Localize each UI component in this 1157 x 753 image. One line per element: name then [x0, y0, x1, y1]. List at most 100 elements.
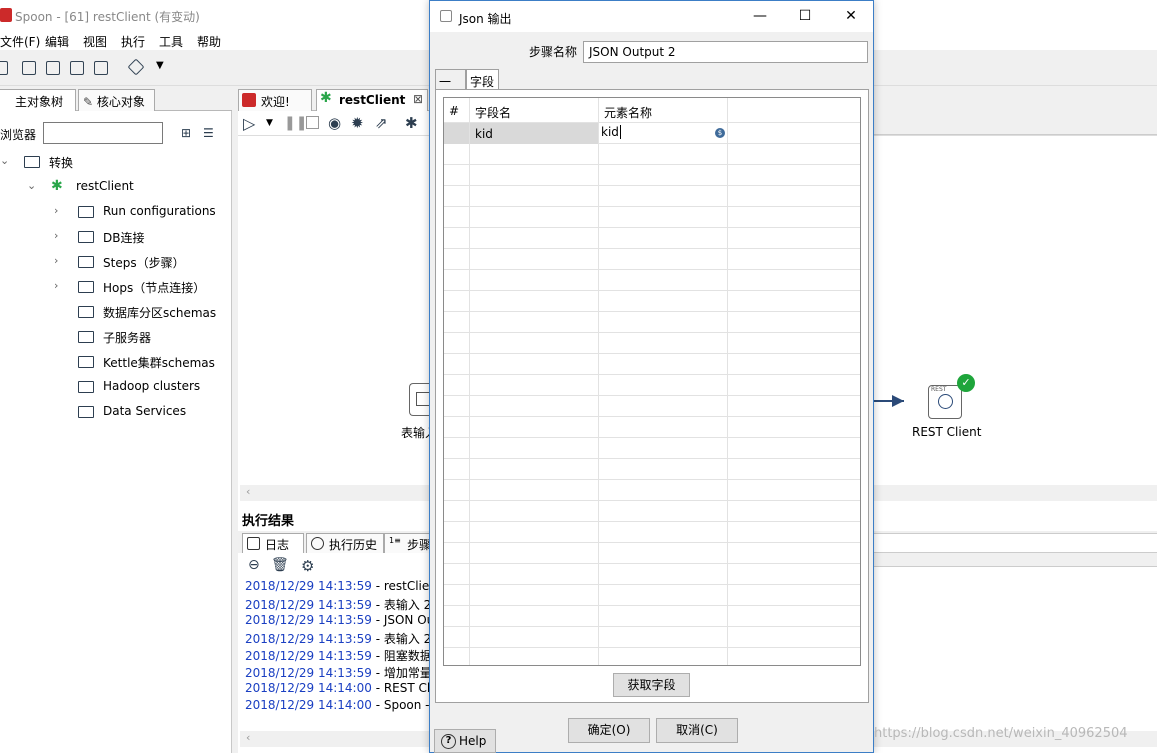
get-fields-button[interactable]: 获取字段: [613, 673, 690, 697]
open-file-icon[interactable]: [22, 61, 36, 75]
grid-header-field-name[interactable]: 字段名: [470, 98, 599, 123]
verify-icon[interactable]: ✱: [405, 114, 418, 132]
tree-item-db-connections[interactable]: › DB连接: [0, 228, 230, 248]
empty-cell: [728, 396, 860, 417]
empty-cell: [599, 501, 728, 522]
menu-file[interactable]: 文件(F): [0, 33, 40, 50]
menu-view[interactable]: 视图: [83, 33, 107, 50]
stop-icon[interactable]: [306, 116, 319, 129]
tree-item-cluster-schemas[interactable]: Kettle集群schemas: [0, 353, 230, 373]
element-name-cell[interactable]: kid $: [599, 123, 728, 144]
empty-cell: [470, 438, 599, 459]
tree-item-hadoop-clusters[interactable]: Hadoop clusters: [0, 378, 230, 398]
minimize-icon[interactable]: —: [750, 7, 770, 25]
chevron-right-icon[interactable]: ›: [54, 229, 64, 242]
cancel-button[interactable]: 取消(C): [656, 718, 738, 743]
menu-tools[interactable]: 工具: [159, 33, 183, 50]
chevron-right-icon[interactable]: ›: [54, 254, 64, 267]
chevron-right-icon[interactable]: ›: [54, 204, 64, 217]
chevron-down-icon[interactable]: ⌄: [27, 179, 37, 192]
save-as-icon[interactable]: [94, 61, 108, 75]
step-table-input[interactable]: [409, 383, 431, 416]
spoon-logo-icon: [242, 93, 256, 107]
tree-item-partition-schemas[interactable]: 数据库分区schemas: [0, 303, 230, 323]
folder-icon: [78, 306, 94, 318]
tree-item-run-configurations[interactable]: › Run configurations: [0, 203, 230, 223]
settings-icon[interactable]: ⚙: [301, 557, 314, 575]
tree-item-steps[interactable]: › Steps（步骤）: [0, 253, 230, 273]
tree-item-label: restClient: [76, 179, 134, 193]
step-rest-client[interactable]: REST: [928, 385, 962, 419]
transformation-icon: ✱: [51, 178, 63, 194]
tab-general[interactable]: 一般: [435, 69, 466, 106]
step-name-input[interactable]: JSON Output 2: [583, 41, 868, 63]
tree-expand-icon[interactable]: ⊞: [181, 126, 191, 140]
empty-grid-row: [444, 522, 860, 543]
maximize-icon[interactable]: ☐: [795, 7, 815, 25]
tab-restclient[interactable]: ✱ restClient ⊠: [316, 89, 428, 111]
empty-cell: [444, 564, 470, 585]
explore-repository-icon[interactable]: [46, 61, 60, 75]
help-button[interactable]: ? Help: [434, 729, 496, 753]
empty-cell: [470, 417, 599, 438]
tree-item-slave-servers[interactable]: 子服务器: [0, 328, 230, 348]
tab-welcome[interactable]: 欢迎!: [238, 89, 312, 111]
sort-up-icon[interactable]: ^: [452, 98, 460, 105]
layers-icon[interactable]: [127, 58, 145, 76]
tree-item-data-services[interactable]: Data Services: [0, 403, 230, 423]
tree-item-label: Hops（节点连接）: [103, 281, 206, 295]
trash-icon[interactable]: 🗑: [271, 557, 289, 573]
tab-core-objects[interactable]: ✎ 核心对象: [78, 89, 155, 111]
menu-help[interactable]: 帮助: [197, 33, 221, 50]
tab-main-tree[interactable]: 主对象树: [0, 89, 76, 111]
empty-grid-row: [444, 312, 860, 333]
tree-item-hops[interactable]: › Hops（节点连接）: [0, 278, 230, 298]
json-output-dialog: Json 输出 — ☐ ✕ 步骤名称 JSON Output 2 一般 字段 #…: [429, 0, 874, 753]
browser-search-input[interactable]: [43, 122, 163, 144]
menu-run[interactable]: 执行: [121, 33, 145, 50]
element-name-editor[interactable]: kid: [601, 125, 619, 139]
tab-fields[interactable]: 字段: [466, 69, 499, 91]
empty-cell: [444, 291, 470, 312]
variable-icon[interactable]: $: [715, 128, 725, 138]
tab-log[interactable]: 日志: [242, 533, 304, 553]
empty-cell: [728, 375, 860, 396]
new-file-icon[interactable]: [0, 61, 8, 75]
chevron-down-icon[interactable]: ⌄: [0, 154, 10, 167]
debug-icon[interactable]: ✹: [351, 114, 364, 132]
close-icon[interactable]: ⊠: [413, 92, 423, 106]
table-icon: [416, 392, 430, 406]
pause-icon[interactable]: ❚❚: [284, 115, 307, 131]
close-icon[interactable]: ✕: [841, 7, 861, 25]
layers-dropdown-icon[interactable]: ▼: [156, 60, 164, 71]
field-name-cell[interactable]: kid: [470, 123, 599, 144]
clear-log-icon[interactable]: ⊖: [248, 557, 260, 573]
empty-cell: [444, 186, 470, 207]
empty-cell: [444, 144, 470, 165]
tree-item-transformations[interactable]: ⌄ 转换: [0, 153, 230, 173]
text-cursor: [619, 125, 621, 139]
menu-edit[interactable]: 编辑: [45, 33, 69, 50]
scroll-left-icon[interactable]: ‹: [246, 731, 250, 744]
empty-grid-row: [444, 375, 860, 396]
fields-grid[interactable]: # 字段名 元素名称 ^ kid kid $: [443, 97, 861, 666]
row-number-cell[interactable]: [444, 123, 470, 144]
empty-cell: [728, 249, 860, 270]
preview-icon[interactable]: ◉: [328, 114, 341, 132]
run-dropdown-icon[interactable]: ▼: [266, 118, 273, 128]
run-icon[interactable]: ▷: [243, 114, 255, 133]
replay-icon[interactable]: ⇗: [375, 114, 388, 132]
save-icon[interactable]: [70, 61, 84, 75]
empty-cell: [599, 606, 728, 627]
tree-collapse-icon[interactable]: ☰: [203, 126, 214, 140]
grid-header-element-name[interactable]: 元素名称: [599, 98, 728, 123]
folder-icon: [78, 406, 94, 418]
transformation-icon: ✱: [320, 90, 332, 106]
scroll-left-icon[interactable]: ‹: [246, 485, 250, 498]
log-line: 2018/12/29 14:13:59 - JSON Ou: [245, 613, 434, 627]
table-row[interactable]: kid kid $: [444, 123, 860, 144]
tab-history[interactable]: 执行历史: [306, 533, 384, 553]
chevron-right-icon[interactable]: ›: [54, 279, 64, 292]
ok-button[interactable]: 确定(O): [568, 718, 650, 743]
tree-item-restclient[interactable]: ⌄ ✱ restClient: [0, 178, 230, 198]
